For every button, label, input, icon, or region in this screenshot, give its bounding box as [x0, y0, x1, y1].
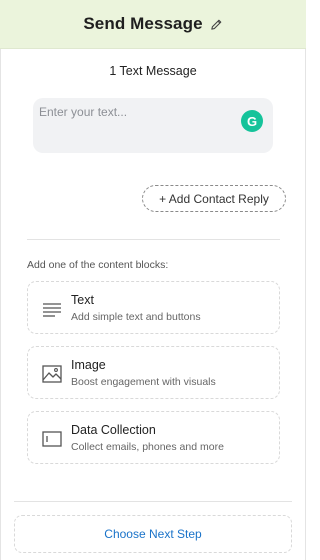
grammar-assistant-letter: G — [246, 113, 258, 129]
message-count: 1 Text Message — [109, 64, 197, 78]
input-field-icon — [42, 431, 62, 447]
content-block-image[interactable]: Image Boost engagement with visuals — [27, 346, 280, 399]
message-text-input[interactable] — [39, 104, 234, 120]
content-block-description: Boost engagement with visuals — [71, 376, 216, 388]
add-contact-reply-button[interactable]: + Add Contact Reply — [142, 185, 286, 212]
footer-divider — [14, 501, 292, 502]
content-block-description: Collect emails, phones and more — [71, 441, 224, 453]
panel-header: Send Message — [0, 0, 306, 49]
content-block-text[interactable]: Text Add simple text and buttons — [27, 281, 280, 334]
text-lines-icon — [43, 303, 61, 317]
grammar-assistant-icon[interactable]: G — [241, 110, 263, 132]
choose-next-step-button[interactable]: Choose Next Step — [14, 515, 292, 553]
message-text-area[interactable]: G — [33, 98, 273, 153]
pencil-icon[interactable] — [210, 18, 223, 31]
content-block-title: Image — [71, 358, 106, 372]
content-block-description: Add simple text and buttons — [71, 311, 201, 323]
content-blocks-label: Add one of the content blocks: — [27, 259, 169, 271]
image-icon — [42, 365, 62, 383]
panel-title: Send Message — [83, 14, 203, 33]
content-block-data-collection[interactable]: Data Collection Collect emails, phones a… — [27, 411, 280, 464]
panel-frame — [0, 0, 306, 560]
content-block-title: Data Collection — [71, 423, 156, 437]
content-block-title: Text — [71, 293, 94, 307]
section-divider — [27, 239, 280, 240]
